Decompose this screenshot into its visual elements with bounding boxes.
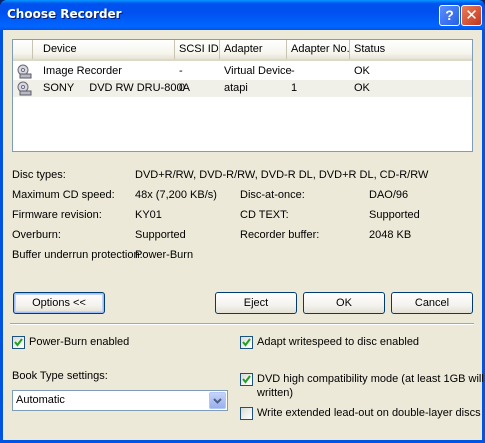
extended-leadout-checkbox[interactable] — [240, 407, 253, 420]
image-recorder-icon — [17, 64, 32, 79]
adapter-no: 1 — [291, 82, 298, 94]
separator — [10, 323, 474, 325]
recorder-buffer-value: 2048 KB — [369, 229, 412, 241]
dao-value: DAO/96 — [369, 189, 409, 201]
buffer-protection-label: Buffer underrun protection: — [12, 249, 143, 261]
dvd-high-compat-checkbox[interactable] — [240, 373, 253, 386]
adapter: atapi — [224, 82, 248, 94]
column-header-status[interactable]: Status — [350, 40, 472, 59]
cdtext-value: Supported — [369, 209, 420, 221]
title-bar[interactable]: Choose Recorder ? ✕ — [0, 0, 485, 30]
adapt-writespeed-label[interactable]: Adapt writespeed to disc enabled — [257, 336, 419, 348]
checkmark-icon — [242, 338, 251, 347]
close-button[interactable]: ✕ — [461, 5, 482, 26]
book-type-label: Book Type settings: — [12, 370, 108, 382]
recorder-list[interactable]: Device SCSI ID Adapter Adapter No. Statu… — [12, 39, 473, 152]
cdtext-label: CD TEXT: — [240, 209, 289, 221]
scsi-id: - — [179, 65, 183, 77]
recorder-buffer-label: Recorder buffer: — [240, 229, 320, 241]
max-cd-speed-label: Maximum CD speed: — [12, 189, 115, 201]
firmware-value: KY01 — [135, 209, 162, 221]
ok-button[interactable]: OK — [303, 292, 385, 314]
window-title: Choose Recorder — [7, 7, 122, 21]
list-item[interactable]: SONY DVD RW DRU-800A 0 atapi 1 OK — [13, 80, 472, 97]
chevron-down-icon — [213, 398, 222, 404]
overburn-value: Supported — [135, 229, 186, 241]
column-header-adapter[interactable]: Adapter — [220, 40, 287, 59]
adapter-no: - — [291, 65, 295, 77]
scsi-id: 0 — [179, 82, 186, 94]
adapt-writespeed-checkbox[interactable] — [240, 336, 253, 349]
book-type-select[interactable]: Automatic — [12, 390, 228, 411]
dropdown-button[interactable] — [209, 392, 226, 409]
dialog-body: Device SCSI ID Adapter Adapter No. Statu… — [3, 30, 485, 440]
close-icon: ✕ — [465, 7, 478, 24]
power-burn-checkbox[interactable] — [12, 336, 25, 349]
dvd-drive-icon — [17, 81, 32, 96]
cancel-button[interactable]: Cancel — [391, 292, 473, 314]
device-name: SONY DVD RW DRU-800A — [43, 82, 190, 94]
disc-types-value: DVD+R/RW, DVD-R/RW, DVD-R DL, DVD+R DL, … — [135, 169, 429, 181]
column-header-device[interactable]: Device — [33, 40, 175, 59]
dao-label: Disc-at-once: — [240, 189, 305, 201]
overburn-label: Overburn: — [12, 229, 61, 241]
list-header: Device SCSI ID Adapter Adapter No. Statu… — [13, 40, 472, 61]
help-icon: ? — [445, 7, 454, 23]
device-name: Image Recorder — [43, 65, 122, 77]
book-type-value: Automatic — [16, 394, 65, 406]
list-item[interactable]: Image Recorder - Virtual Device - OK — [13, 63, 472, 80]
column-header-scsi-id[interactable]: SCSI ID — [175, 40, 220, 59]
help-button[interactable]: ? — [439, 5, 460, 26]
adapter: Virtual Device — [224, 65, 292, 77]
disc-types-label: Disc types: — [12, 169, 66, 181]
power-burn-label[interactable]: Power-Burn enabled — [29, 336, 129, 348]
column-header-icon[interactable] — [13, 40, 33, 59]
buffer-protection-value: Power-Burn — [135, 249, 194, 261]
status: OK — [354, 65, 370, 77]
column-header-adapter-no[interactable]: Adapter No. — [287, 40, 350, 59]
dvd-high-compat-label-line1[interactable]: DVD high compatibility mode (at least 1G… — [257, 373, 485, 385]
max-cd-speed-value: 48x (7,200 KB/s) — [135, 189, 217, 201]
choose-recorder-dialog: Choose Recorder ? ✕ Device SCSI ID Adapt… — [0, 0, 485, 443]
checkmark-icon — [242, 375, 251, 384]
extended-leadout-label[interactable]: Write extended lead-out on double-layer … — [257, 407, 481, 419]
status: OK — [354, 82, 370, 94]
checkmark-icon — [14, 338, 23, 347]
dvd-high-compat-label-line2[interactable]: written) — [257, 387, 293, 399]
options-button[interactable]: Options << — [13, 292, 105, 314]
firmware-label: Firmware revision: — [12, 209, 102, 221]
eject-button[interactable]: Eject — [215, 292, 297, 314]
